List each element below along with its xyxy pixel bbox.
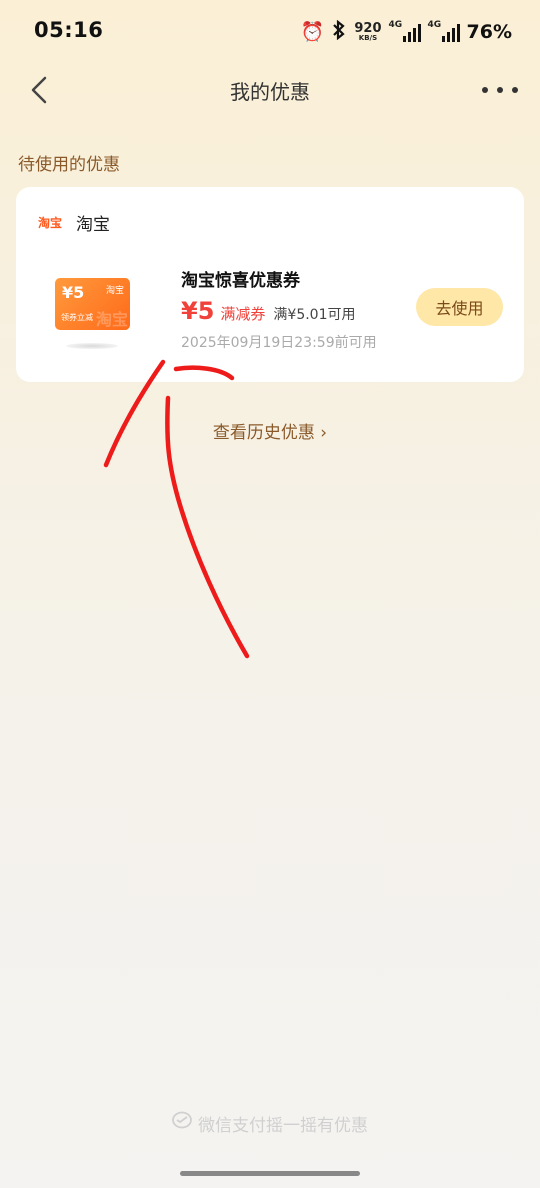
coupon-shadow (66, 343, 118, 349)
bluetooth-icon (331, 19, 347, 44)
network-speed: 920 KB/S (354, 21, 382, 42)
section-title: 待使用的优惠 (18, 155, 120, 175)
footer-text: 微信支付摇一摇有优惠 (198, 1116, 368, 1136)
signal-sim1-icon: 4G (389, 20, 421, 42)
coupon-price: ¥5 (181, 297, 215, 325)
coupon-card: 淘宝 淘宝 ¥5 淘宝 领券立减 淘宝 淘宝惊喜优惠券 ¥5 满减券 满¥5.0… (16, 187, 524, 382)
view-history-link[interactable]: 查看历史优惠 › (0, 418, 540, 443)
battery-level: 76% (466, 21, 512, 43)
coupon-condition: 满¥5.01可用 (273, 307, 356, 323)
coupon-validity: 2025年09月19日23:59前可用 (181, 335, 377, 351)
coupon-price-row: ¥5 满减券 满¥5.01可用 (181, 297, 356, 325)
red-annotation-drawing (103, 359, 250, 659)
use-coupon-button[interactable]: 去使用 (416, 288, 503, 326)
nav-bar: 我的优惠 (0, 64, 540, 116)
brand-name: 淘宝 (76, 215, 110, 235)
coupon-type: 满减券 (220, 305, 266, 323)
coupon-image: ¥5 淘宝 领券立减 淘宝 (55, 278, 130, 330)
status-time: 05:16 (34, 18, 104, 42)
home-indicator[interactable] (180, 1171, 360, 1176)
more-icon[interactable] (482, 78, 518, 102)
taobao-logo-icon: 淘宝 (38, 216, 63, 230)
status-icons: ⏰ 920 KB/S 4G 4G 76% (301, 18, 512, 46)
footer-promo: 微信支付摇一摇有优惠 (0, 1111, 540, 1136)
wechat-pay-icon (172, 1111, 192, 1136)
signal-sim2-icon: 4G (428, 20, 460, 42)
coupon-title: 淘宝惊喜优惠券 (181, 271, 300, 291)
alarm-icon: ⏰ (300, 20, 325, 43)
status-bar: 05:16 ⏰ 920 KB/S 4G 4G 76% (0, 0, 540, 64)
page-title: 我的优惠 (230, 80, 310, 104)
